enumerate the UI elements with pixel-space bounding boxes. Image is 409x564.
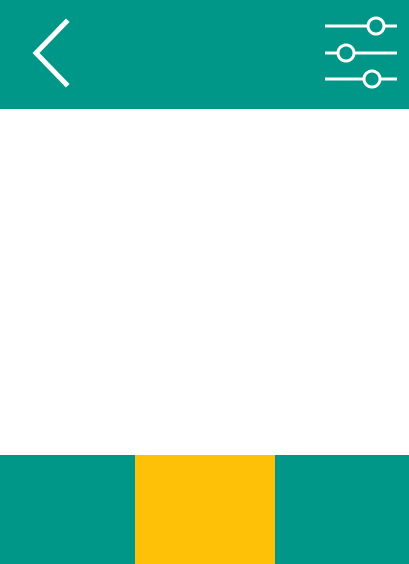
back-button[interactable] xyxy=(24,16,80,92)
bottom-tab-middle[interactable] xyxy=(135,455,275,564)
top-app-bar xyxy=(0,0,409,109)
bottom-tab-left[interactable] xyxy=(0,455,135,564)
filter-button[interactable] xyxy=(320,12,402,96)
app-screen xyxy=(0,0,409,564)
bottom-navigation xyxy=(0,455,409,564)
chevron-left-icon xyxy=(32,18,70,88)
sliders-icon xyxy=(325,16,397,89)
bottom-tab-right[interactable] xyxy=(275,455,409,564)
content-area xyxy=(0,109,409,455)
